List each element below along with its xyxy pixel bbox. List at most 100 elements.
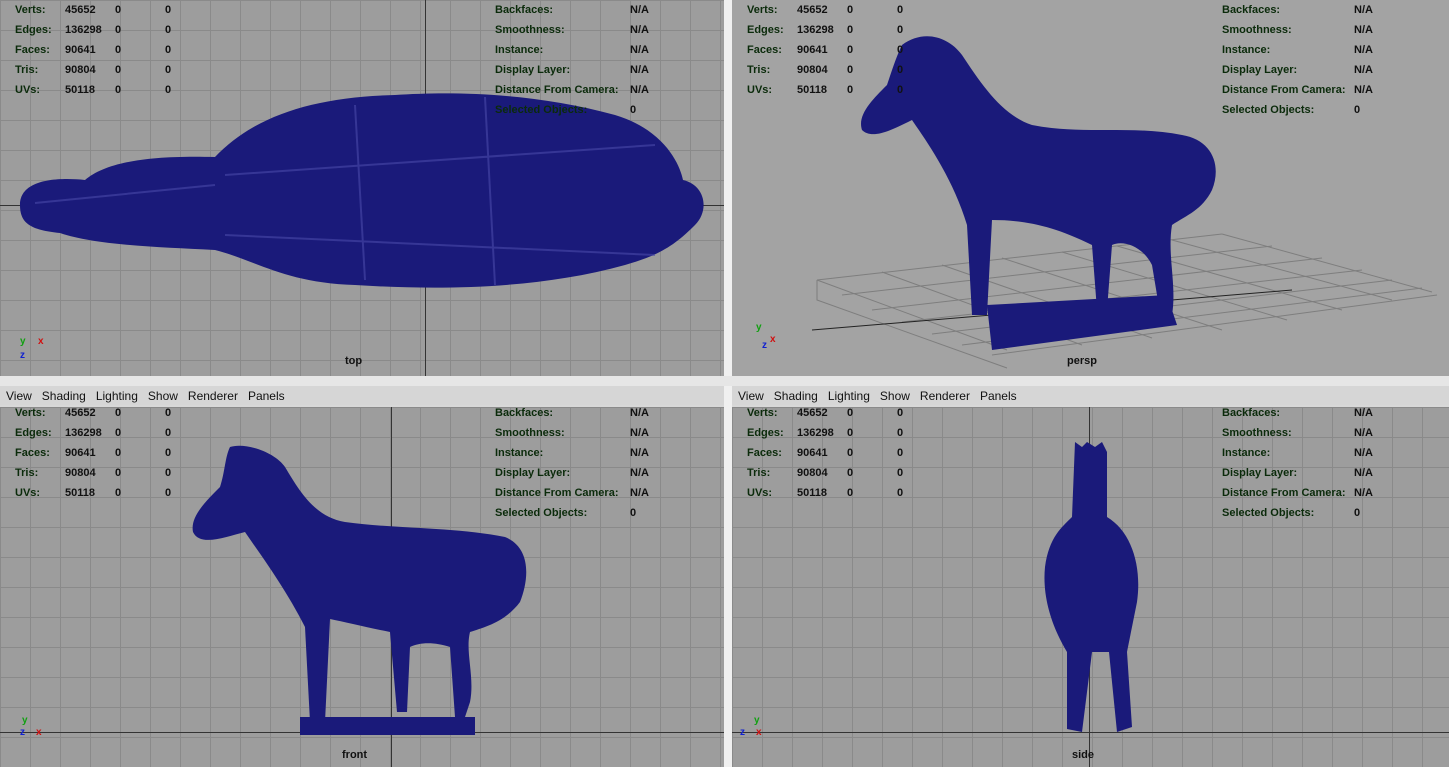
menu-renderer[interactable]: Renderer — [920, 389, 970, 403]
menu-shading[interactable]: Shading — [774, 389, 818, 403]
hud-stat-value: 0 — [897, 407, 904, 419]
menu-view[interactable]: View — [738, 389, 764, 403]
hud-stat-label: Edges: — [15, 427, 52, 439]
hud-info-value: 0 — [1354, 104, 1361, 116]
hud-info-value: N/A — [1354, 427, 1373, 439]
hud-stat-value: 0 — [847, 44, 854, 56]
hud-stat-value: 90641 — [797, 447, 828, 459]
hud-info-value: 0 — [630, 104, 637, 116]
hud-stat-value: 0 — [165, 24, 172, 36]
menu-view[interactable]: View — [6, 389, 32, 403]
panel-menubar-front: View Shading Lighting Show Renderer Panels — [0, 386, 724, 405]
hud-info-value: N/A — [630, 447, 649, 459]
hud-info-label: Display Layer: — [495, 64, 571, 76]
hud-stat-value: 0 — [115, 44, 122, 56]
menu-show[interactable]: Show — [148, 389, 178, 403]
hud-stat-value: 0 — [847, 407, 854, 419]
hud-stat-value: 0 — [165, 4, 172, 16]
hud-info-value: 0 — [630, 507, 637, 519]
hud-stat-value: 0 — [165, 487, 172, 499]
hud-stat-value: 90804 — [65, 64, 96, 76]
hud-stat-value: 0 — [897, 447, 904, 459]
hud-stat-value: 0 — [115, 24, 122, 36]
hud-stat-value: 45652 — [65, 4, 96, 16]
hud-info-value: N/A — [1354, 44, 1373, 56]
hud-stat-value: 136298 — [65, 427, 102, 439]
hud-info-label: Distance From Camera: — [495, 487, 619, 499]
hud-stat-label: UVs: — [747, 84, 773, 96]
hud-info-value: N/A — [630, 427, 649, 439]
viewport-panel-front[interactable]: View Shading Lighting Show Renderer Panels Ve… — [0, 386, 724, 767]
menu-panels[interactable]: Panels — [980, 389, 1017, 403]
hud-info-label: Backfaces: — [495, 4, 554, 16]
menu-renderer[interactable]: Renderer — [188, 389, 238, 403]
hud-info-value: N/A — [630, 44, 649, 56]
hud-info-label: Smoothness: — [1222, 24, 1292, 36]
viewport-canvas-top[interactable]: Verts: 45652 0 0 Edges: 136298 0 0 Faces: 90641 0 0… — [0, 0, 724, 376]
hud-stat-value: 50118 — [797, 487, 827, 499]
hud-stat-value: 0 — [115, 407, 122, 419]
horse-mesh-top[interactable] — [15, 85, 715, 295]
hud-info-value: N/A — [1354, 84, 1373, 96]
hud-info-value: N/A — [630, 467, 649, 479]
hud-stat-value: 90804 — [797, 64, 828, 76]
viewport-panel-top[interactable]: Verts: 45652 0 0 Edges: 136298 0 0 Faces: 90641 0 0… — [0, 0, 724, 378]
hud-stat-label: Verts: — [15, 407, 46, 419]
hud-stat-value: 0 — [847, 4, 854, 16]
hud-stat-label: Tris: — [15, 467, 39, 479]
hud-stat-label: Tris: — [15, 64, 39, 76]
hud-stat-value: 0 — [847, 84, 854, 96]
hud-stat-value: 0 — [847, 447, 854, 459]
hud-info-label: Smoothness: — [495, 427, 565, 439]
hud-stat-value: 0 — [165, 44, 172, 56]
hud-info-label: Smoothness: — [495, 24, 565, 36]
viewport-canvas-persp[interactable]: Verts: 45652 0 0 Edges: 136298 0 0 Faces: 90641 0 0… — [732, 0, 1449, 376]
hud-stat-value: 136298 — [65, 24, 102, 36]
horse-mesh-front[interactable] — [185, 437, 535, 737]
hud-stat-value: 45652 — [65, 407, 96, 419]
hud-info-label: Display Layer: — [1222, 64, 1298, 76]
hud-info-label: Backfaces: — [1222, 407, 1281, 419]
hud-info-label: Smoothness: — [1222, 427, 1292, 439]
viewport-panel-side[interactable]: View Shading Lighting Show Renderer Panels Ve… — [732, 386, 1449, 767]
hud-stat-value: 0 — [165, 64, 172, 76]
pane-divider-horizontal[interactable] — [0, 376, 1449, 386]
hud-info-label: Instance: — [1222, 44, 1271, 56]
hud-stat-value: 136298 — [797, 427, 834, 439]
hud-info-value: N/A — [630, 487, 649, 499]
horse-mesh-side[interactable] — [1037, 437, 1147, 737]
hud-stat-value: 0 — [847, 487, 854, 499]
hud-stat-label: UVs: — [15, 487, 41, 499]
viewport-panel-persp[interactable]: Verts: 45652 0 0 Edges: 136298 0 0 Faces: 90641 0 0… — [732, 0, 1449, 378]
hud-stat-label: Verts: — [747, 4, 778, 16]
hud-stat-value: 45652 — [797, 4, 828, 16]
menu-panels[interactable]: Panels — [248, 389, 285, 403]
hud-info-label: Selected Objects: — [495, 104, 588, 116]
hud-stat-value: 0 — [847, 24, 854, 36]
hud-info-value: 0 — [1354, 507, 1361, 519]
hud-info-value: N/A — [1354, 24, 1373, 36]
menu-lighting[interactable]: Lighting — [828, 389, 870, 403]
hud-info-label: Distance From Camera: — [495, 84, 619, 96]
hud-stat-value: 0 — [847, 64, 854, 76]
hud-stat-value: 50118 — [65, 84, 95, 96]
hud-stat-value: 0 — [897, 427, 904, 439]
horse-mesh-persp[interactable] — [852, 25, 1222, 365]
hud-stat-value: 45652 — [797, 407, 828, 419]
hud-stat-value: 0 — [897, 487, 904, 499]
menu-shading[interactable]: Shading — [42, 389, 86, 403]
hud-stat-value: 90641 — [797, 44, 828, 56]
viewport-canvas-front[interactable]: Verts: 45652 0 0 Edges: 136298 0 0 Faces: 90641 0 0… — [0, 407, 724, 767]
hud-stat-value: 0 — [115, 487, 122, 499]
viewport-canvas-side[interactable]: Verts: 45652 0 0 Edges: 136298 0 0 Faces: 90641 0 0… — [732, 407, 1449, 767]
hud-stat-value: 0 — [897, 84, 904, 96]
hud-stat-label: Faces: — [15, 44, 50, 56]
hud-stat-value: 90804 — [797, 467, 828, 479]
hud-info-value: N/A — [630, 64, 649, 76]
menu-show[interactable]: Show — [880, 389, 910, 403]
hud-stat-value: 0 — [897, 24, 904, 36]
hud-info-value: N/A — [1354, 64, 1373, 76]
hud-stat-value: 0 — [165, 84, 172, 96]
hud-info-value: N/A — [1354, 4, 1373, 16]
menu-lighting[interactable]: Lighting — [96, 389, 138, 403]
